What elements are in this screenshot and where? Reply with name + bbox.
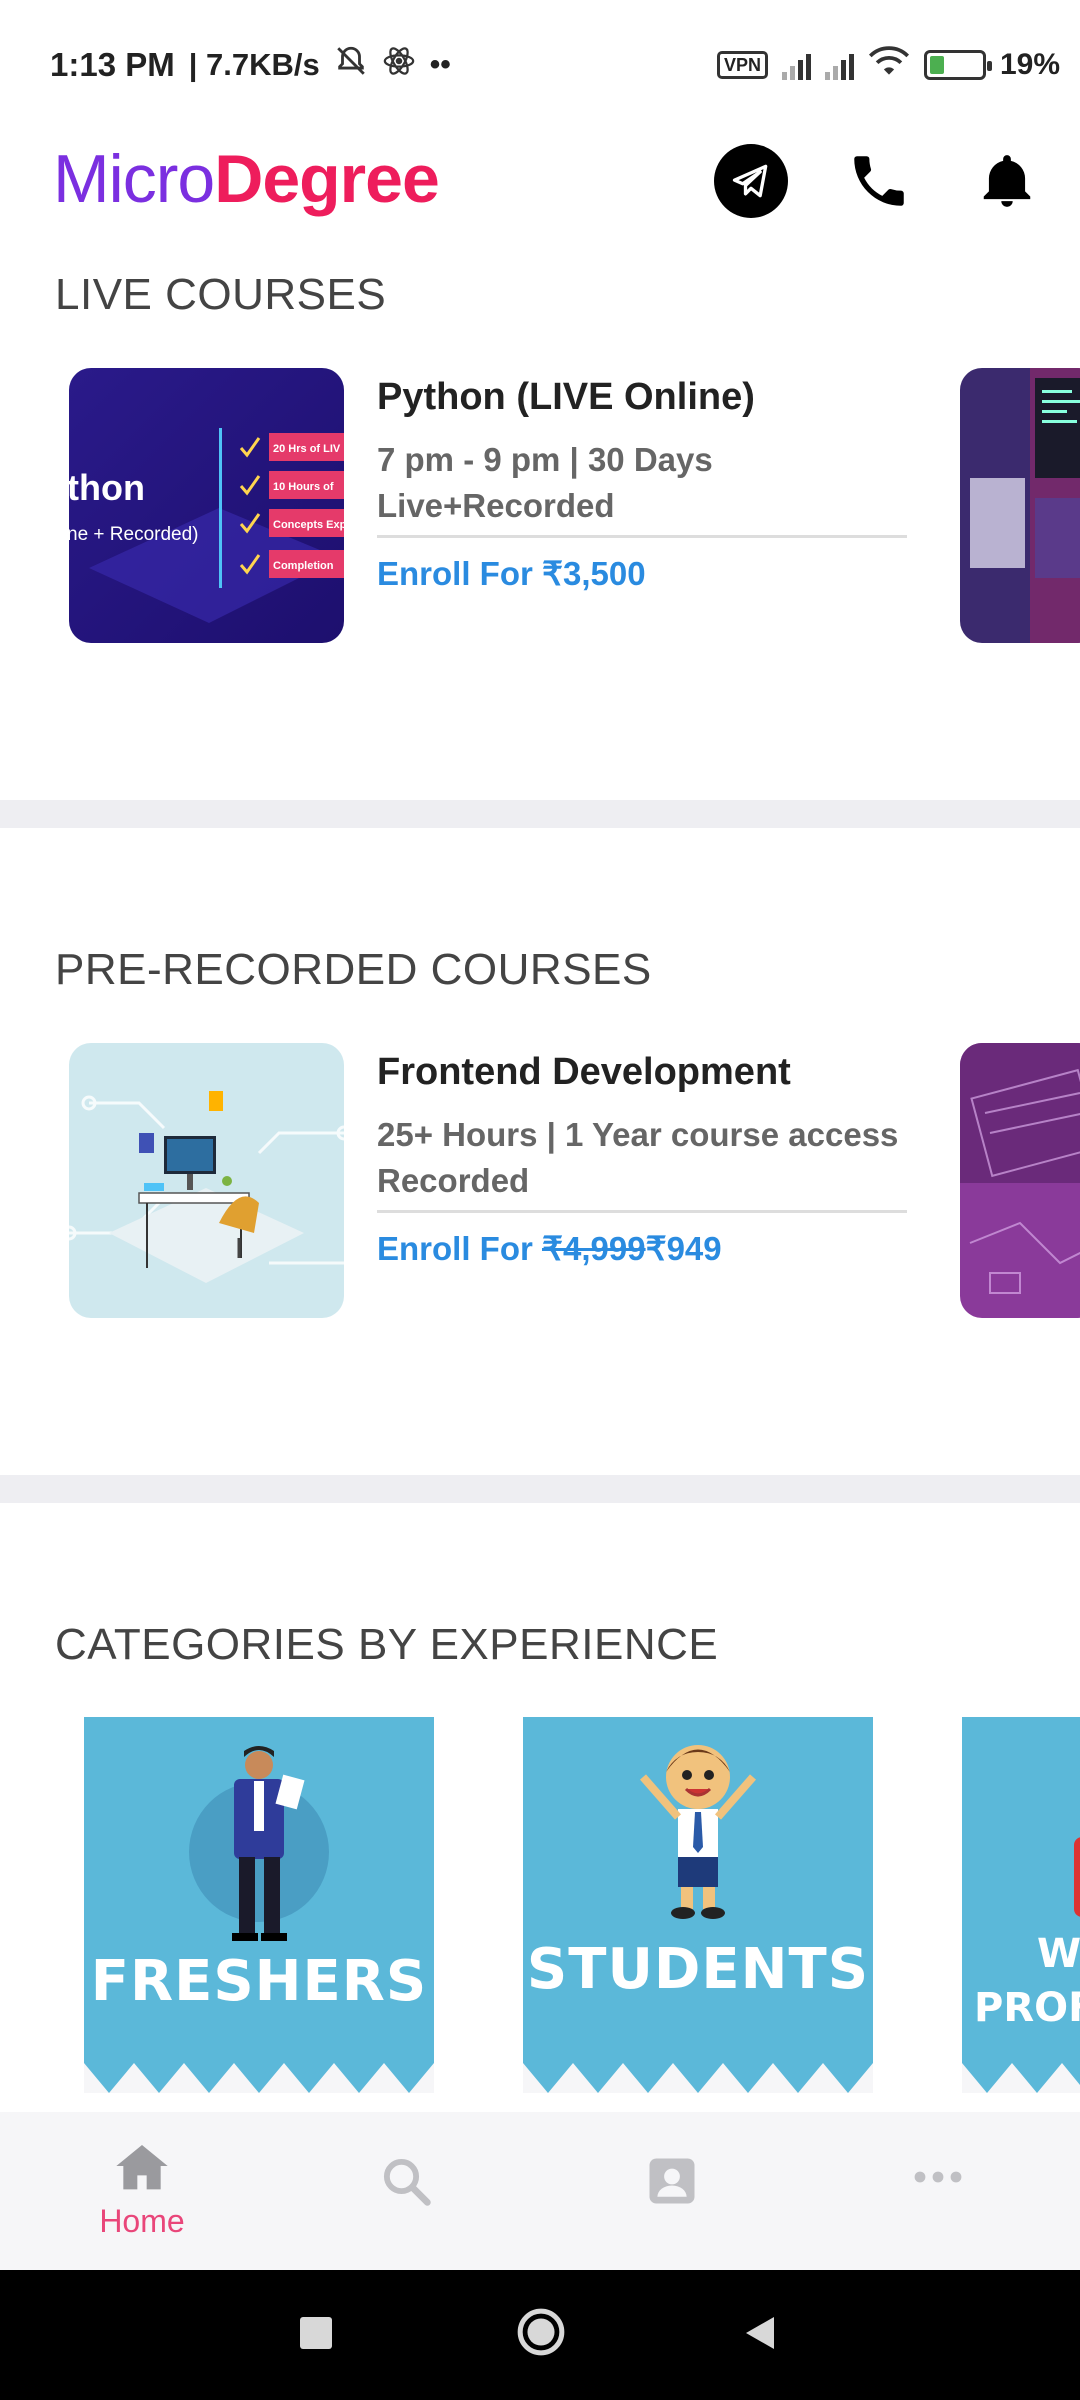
telegram-icon[interactable]: [714, 144, 788, 218]
course-card-frontend[interactable]: Frontend Development 25+ Hours | 1 Year …: [0, 1043, 1080, 1323]
category-label: FRESHERS: [90, 1949, 428, 2014]
course-price: ₹949: [645, 1230, 722, 1267]
thumb-point-4: Completion: [273, 560, 334, 572]
course-divider: [377, 1210, 907, 1213]
atom-icon: [382, 44, 416, 86]
wifi-icon: [868, 44, 910, 86]
home-button-icon[interactable]: [516, 2307, 566, 2357]
course-mode: Recorded: [377, 1162, 530, 1199]
section-divider: [0, 1475, 1080, 1503]
enroll-prefix: Enroll For: [377, 1230, 542, 1267]
mute-bell-icon: [334, 44, 368, 86]
course-price: ₹3,500: [542, 555, 646, 592]
app-header: MicroDegree: [0, 130, 1080, 250]
next-recorded-course-thumbnail[interactable]: [960, 1043, 1080, 1318]
course-title: Python (LIVE Online): [377, 376, 755, 418]
battery-percent: 19%: [999, 48, 1060, 81]
course-mode: Live+Recorded: [377, 487, 615, 524]
frontend-course-thumbnail: [69, 1043, 344, 1318]
course-title: Frontend Development: [377, 1051, 791, 1093]
zigzag-edge: [523, 2063, 873, 2093]
zigzag-edge: [962, 2063, 1080, 2093]
more-notifications-icon: ••: [429, 48, 451, 81]
fresher-illustration: [189, 1746, 329, 1941]
status-time: 1:13 PM: [50, 46, 175, 83]
recents-button-icon[interactable]: [296, 2313, 336, 2353]
signal-icon-1: [781, 50, 811, 80]
enroll-link[interactable]: Enroll For ₹3,500: [377, 554, 907, 593]
course-schedule: 7 pm - 9 pm | 30 Days: [377, 441, 713, 478]
zigzag-edge: [84, 2063, 434, 2093]
thumb-point-3: Concepts Exp: [273, 519, 344, 531]
thumb-title: thon: [69, 467, 145, 508]
thumb-point-1: 20 Hrs of LIV: [273, 443, 341, 455]
category-card-working-professionals[interactable]: WO PROF: [962, 1717, 1080, 2093]
profile-icon: [649, 2158, 695, 2204]
battery-icon: [923, 50, 992, 80]
status-bar: 1:13 PM | 7.7KB/s •• VPN 19%: [0, 0, 1080, 130]
nav-more[interactable]: [838, 2162, 1038, 2197]
category-label: WO PROF: [962, 1927, 1080, 2035]
nav-home-label: Home: [99, 2203, 185, 2239]
logo-micro: Micro: [53, 141, 215, 217]
old-price: ₹4,999: [542, 1230, 646, 1267]
thumb-subtitle: ne + Recorded): [69, 524, 199, 545]
bottom-navigation: Home: [0, 2112, 1080, 2270]
thumb-point-2: 10 Hours of: [273, 481, 334, 493]
enroll-prefix: Enroll For: [377, 555, 542, 592]
status-network-speed: | 7.7KB/s: [188, 47, 320, 82]
home-icon: [116, 2145, 168, 2190]
course-divider: [377, 535, 907, 538]
nav-home[interactable]: Home: [42, 2140, 242, 2240]
next-live-course-thumbnail[interactable]: [960, 368, 1080, 643]
category-card-freshers[interactable]: FRESHERS: [84, 1717, 434, 2093]
student-illustration: [639, 1745, 757, 1919]
category-label-line1: WO: [1037, 1931, 1080, 1977]
system-navigation-bar: [0, 2270, 1080, 2400]
logo-degree: Degree: [214, 141, 440, 217]
vpn-badge: VPN: [716, 51, 768, 79]
nav-search[interactable]: [306, 2154, 506, 2213]
course-duration: 25+ Hours | 1 Year course access: [377, 1116, 899, 1153]
microdegree-logo[interactable]: MicroDegree: [53, 140, 440, 218]
category-label-line2: PROF: [974, 1985, 1080, 2031]
categories-heading: CATEGORIES BY EXPERIENCE: [55, 1620, 719, 1669]
pre-recorded-courses-heading: PRE-RECORDED COURSES: [55, 945, 652, 994]
signal-icon-2: [824, 50, 854, 80]
live-courses-heading: LIVE COURSES: [55, 270, 387, 319]
python-course-thumbnail: 20 Hrs of LIV 10 Hours of Concepts Exp C…: [69, 368, 344, 643]
notification-bell-icon[interactable]: [970, 144, 1044, 218]
category-label: STUDENTS: [526, 1937, 870, 2002]
phone-icon[interactable]: [842, 144, 916, 218]
nav-profile[interactable]: [572, 2154, 772, 2213]
category-card-students[interactable]: STUDENTS: [523, 1717, 873, 2093]
section-divider: [0, 800, 1080, 828]
enroll-link[interactable]: Enroll For ₹4,999₹949: [377, 1229, 907, 1268]
search-icon: [383, 2158, 431, 2206]
course-card-python[interactable]: 20 Hrs of LIV 10 Hours of Concepts Exp C…: [0, 368, 1080, 648]
professional-illustration: [1074, 1837, 1080, 1917]
back-button-icon[interactable]: [740, 2313, 780, 2353]
more-icon: [914, 2171, 962, 2183]
